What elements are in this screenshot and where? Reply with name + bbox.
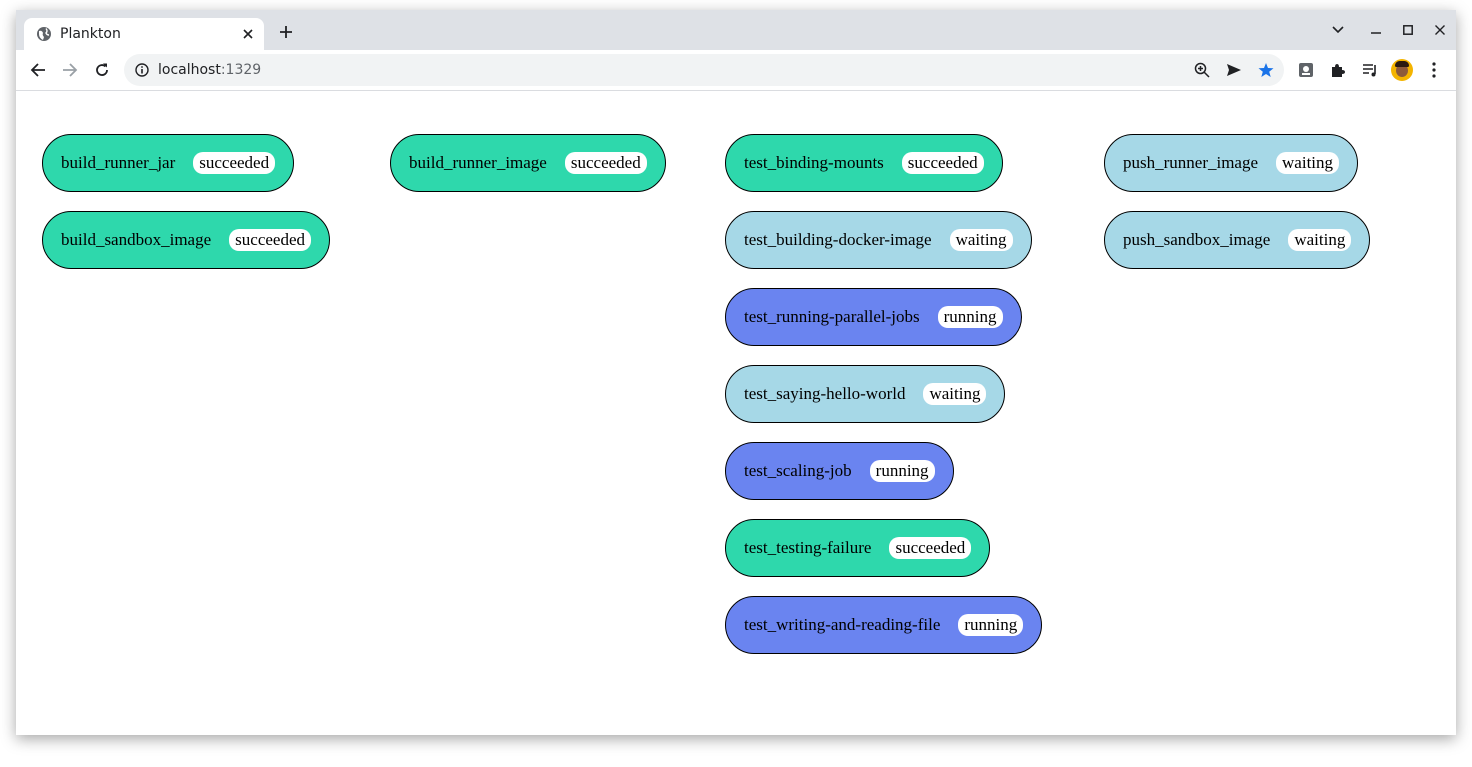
job-row: test_running-parallel-jobs running bbox=[725, 288, 1042, 365]
window-close-icon[interactable] bbox=[1432, 22, 1448, 38]
job-status-badge: waiting bbox=[1276, 152, 1340, 174]
job-node[interactable]: test_scaling-job running bbox=[725, 442, 954, 500]
globe-icon bbox=[36, 26, 52, 42]
job-name: test_running-parallel-jobs bbox=[744, 307, 920, 326]
job-node[interactable]: push_sandbox_image waiting bbox=[1104, 211, 1371, 269]
minimize-icon[interactable] bbox=[1368, 22, 1384, 38]
reload-icon[interactable] bbox=[90, 58, 114, 82]
job-node[interactable]: build_runner_jar succeeded bbox=[42, 134, 295, 192]
job-row: push_runner_image waiting bbox=[1104, 134, 1370, 211]
job-node[interactable]: test_building-docker-image waiting bbox=[725, 211, 1032, 269]
back-arrow-icon[interactable] bbox=[26, 58, 50, 82]
job-row: build_sandbox_image succeeded bbox=[42, 211, 330, 288]
job-name: test_saying-hello-world bbox=[744, 384, 906, 403]
maximize-icon[interactable] bbox=[1400, 22, 1416, 38]
pipeline-view: build_runner_jar succeeded build_sandbox_i… bbox=[16, 91, 1456, 735]
forward-arrow-icon[interactable] bbox=[58, 58, 82, 82]
job-name: push_runner_image bbox=[1123, 153, 1259, 172]
job-status-badge: succeeded bbox=[901, 152, 984, 174]
address-bar[interactable]: localhost:1329 bbox=[124, 54, 1284, 86]
job-row: push_sandbox_image waiting bbox=[1104, 211, 1371, 288]
browser-window: Plankton localhost:1329 build_runner_jar… bbox=[16, 10, 1456, 735]
job-name: push_sandbox_image bbox=[1123, 230, 1271, 249]
extension-icon[interactable] bbox=[1294, 58, 1318, 82]
job-name: test_testing-failure bbox=[744, 538, 872, 557]
star-icon[interactable] bbox=[1256, 60, 1276, 80]
job-status-badge: succeeded bbox=[564, 152, 647, 174]
pipeline-column: build_runner_jar succeeded build_sandbox_i… bbox=[42, 134, 330, 288]
chevron-down-icon[interactable] bbox=[1330, 22, 1346, 38]
job-node[interactable]: test_writing-and-reading-file running bbox=[725, 596, 1043, 654]
job-name: build_runner_image bbox=[409, 153, 547, 172]
job-row: test_building-docker-image waiting bbox=[725, 211, 1042, 288]
job-name: test_binding-mounts bbox=[744, 153, 884, 172]
job-name: build_runner_jar bbox=[61, 153, 176, 172]
avatar-hair bbox=[1395, 61, 1409, 67]
pipeline-column: test_binding-mounts succeeded test_buildin… bbox=[725, 134, 1043, 673]
job-name: test_building-docker-image bbox=[744, 230, 932, 249]
job-status-badge: succeeded bbox=[889, 537, 972, 559]
profile-avatar[interactable] bbox=[1391, 59, 1413, 81]
close-icon[interactable] bbox=[240, 26, 256, 42]
job-row: test_writing-and-reading-file running bbox=[725, 596, 1043, 673]
job-row: test_saying-hello-world waiting bbox=[725, 365, 1042, 442]
job-status-badge: waiting bbox=[1288, 229, 1352, 251]
job-status-badge: waiting bbox=[923, 383, 987, 405]
job-status-badge: running bbox=[958, 614, 1024, 636]
job-name: build_sandbox_image bbox=[61, 230, 212, 249]
job-row: build_runner_jar succeeded bbox=[42, 134, 330, 211]
job-status-badge: succeeded bbox=[193, 152, 276, 174]
job-node[interactable]: build_sandbox_image succeeded bbox=[42, 211, 330, 269]
url-port: :1329 bbox=[220, 62, 262, 78]
url-text[interactable]: localhost:1329 bbox=[158, 62, 261, 78]
job-row: test_scaling-job running bbox=[725, 442, 1042, 519]
job-node[interactable]: test_saying-hello-world waiting bbox=[725, 365, 1006, 423]
pipeline-column: build_runner_image succeeded bbox=[390, 134, 666, 211]
job-status-badge: running bbox=[937, 306, 1003, 328]
job-status-badge: waiting bbox=[949, 229, 1013, 251]
menu-dots-icon[interactable] bbox=[1422, 58, 1446, 82]
browser-toolbar: localhost:1329 bbox=[16, 50, 1456, 91]
info-icon[interactable] bbox=[134, 62, 150, 78]
pipeline-column: push_runner_image waiting push_sandbox_ima… bbox=[1104, 134, 1371, 288]
job-node[interactable]: test_testing-failure succeeded bbox=[725, 519, 991, 577]
job-name: test_writing-and-reading-file bbox=[744, 615, 941, 634]
job-name: test_scaling-job bbox=[744, 461, 852, 480]
zoom-icon[interactable] bbox=[1192, 60, 1212, 80]
job-node[interactable]: test_running-parallel-jobs running bbox=[725, 288, 1022, 346]
new-tab-button[interactable] bbox=[278, 24, 294, 40]
puzzle-icon[interactable] bbox=[1326, 58, 1350, 82]
job-status-badge: running bbox=[869, 460, 935, 482]
send-icon[interactable] bbox=[1224, 60, 1244, 80]
job-node[interactable]: push_runner_image waiting bbox=[1104, 134, 1359, 192]
job-node[interactable]: build_runner_image succeeded bbox=[390, 134, 666, 192]
reading-list-icon[interactable] bbox=[1358, 58, 1382, 82]
job-row: test_binding-mounts succeeded bbox=[725, 134, 1042, 211]
job-status-badge: succeeded bbox=[229, 229, 311, 251]
url-host: localhost bbox=[158, 62, 221, 78]
job-node[interactable]: test_binding-mounts succeeded bbox=[725, 134, 1003, 192]
tab-strip: Plankton bbox=[16, 10, 1456, 50]
job-row: test_testing-failure succeeded bbox=[725, 519, 1042, 596]
tab-plankton[interactable]: Plankton bbox=[24, 18, 264, 50]
job-row: build_runner_image succeeded bbox=[390, 134, 666, 211]
tab-title: Plankton bbox=[60, 26, 121, 42]
